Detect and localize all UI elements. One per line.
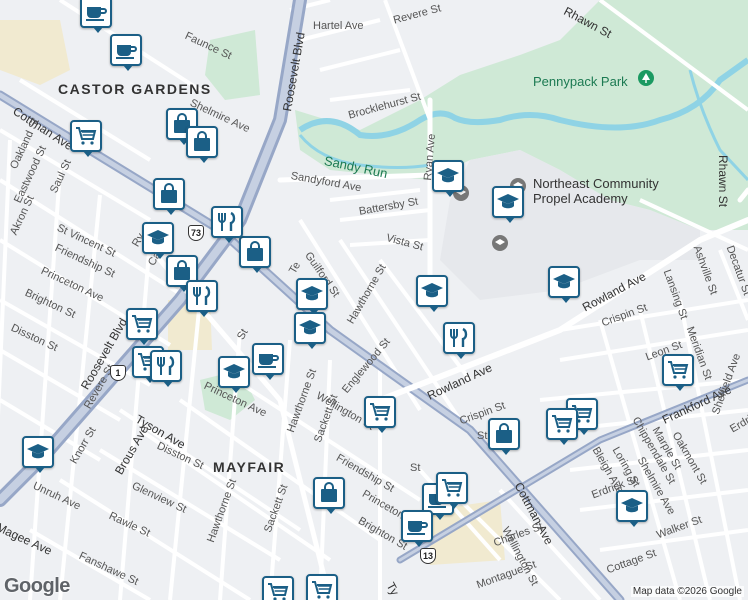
school-pin[interactable]: [22, 436, 54, 473]
restaurant-pin[interactable]: [150, 350, 182, 387]
coffee-cup-icon: [86, 7, 107, 21]
street-label: Hartel Ave: [313, 20, 364, 32]
school-pin[interactable]: [432, 160, 464, 197]
grocery-pin[interactable]: [126, 308, 158, 345]
restaurant-pin[interactable]: [443, 322, 475, 359]
restaurant-pin[interactable]: [211, 206, 243, 243]
map-canvas[interactable]: CASTOR GARDENS MAYFAIR Pennypack Park Sa…: [0, 0, 748, 600]
coffee-cup-icon: [258, 354, 279, 368]
shopping-pin[interactable]: [239, 236, 271, 273]
coffee-pin[interactable]: [252, 343, 284, 380]
shopping-pin[interactable]: [313, 477, 345, 514]
park-poi-icon[interactable]: [638, 70, 654, 86]
school-pin[interactable]: [142, 222, 174, 259]
street-label: St: [477, 430, 488, 442]
shopping-cart-icon: [312, 581, 333, 599]
graduation-cap-icon: [147, 230, 169, 245]
graduation-cap-icon: [621, 498, 643, 513]
coffee-pin[interactable]: [110, 34, 142, 71]
street-label: St: [410, 462, 421, 474]
graduation-cap-icon: [223, 364, 245, 379]
school-pin[interactable]: [616, 490, 648, 527]
graduation-cap-icon: [553, 274, 575, 289]
shopping-cart-icon: [76, 127, 97, 145]
graduation-cap-icon: [421, 283, 443, 298]
area-label-mayfair: MAYFAIR: [213, 459, 286, 475]
shopping-bag-icon: [496, 423, 512, 443]
fork-knife-icon: [218, 211, 236, 231]
grocery-pin[interactable]: [662, 354, 694, 391]
graduation-cap-icon: [437, 168, 459, 183]
graduation-cap-icon: [497, 194, 519, 209]
shopping-cart-icon: [442, 479, 463, 497]
school-label-northeast: Northeast Community Propel Academy: [533, 176, 659, 206]
shopping-cart-icon: [132, 315, 153, 333]
school-pin[interactable]: [294, 312, 326, 349]
coffee-pin[interactable]: [80, 0, 112, 33]
google-logo: Google: [4, 575, 70, 597]
shopping-bag-icon: [161, 183, 177, 203]
park-label-pennypack: Pennypack Park: [533, 74, 628, 89]
shopping-bag-icon: [321, 482, 337, 502]
shopping-cart-icon: [370, 403, 391, 421]
grocery-pin[interactable]: [436, 472, 468, 509]
grocery-pin[interactable]: [70, 120, 102, 157]
fork-knife-icon: [450, 327, 468, 347]
shopping-pin[interactable]: [488, 418, 520, 455]
grocery-pin[interactable]: [546, 408, 578, 445]
school-pin[interactable]: [218, 356, 250, 393]
school-pin[interactable]: [492, 186, 524, 223]
school-pin[interactable]: [416, 275, 448, 312]
route-shield-73: 73: [188, 225, 204, 241]
coffee-pin[interactable]: [401, 510, 433, 547]
grocery-pin[interactable]: [262, 576, 294, 600]
shopping-cart-icon: [268, 583, 289, 600]
shopping-pin[interactable]: [153, 178, 185, 215]
graduation-cap-icon: [301, 286, 323, 301]
school-pin[interactable]: [296, 278, 328, 315]
map-copyright: Map data ©2026 Google: [630, 586, 744, 597]
street-label: Rhawn St: [716, 155, 730, 208]
route-shield-1: 1: [110, 365, 126, 381]
coffee-cup-icon: [407, 521, 428, 535]
shopping-pin[interactable]: [186, 126, 218, 163]
coffee-cup-icon: [116, 45, 137, 59]
route-shield-13: 13: [420, 548, 436, 564]
shopping-bag-icon: [194, 131, 210, 151]
grocery-pin[interactable]: [306, 574, 338, 600]
grocery-pin[interactable]: [364, 396, 396, 433]
graduation-cap-icon: [299, 320, 321, 335]
fork-knife-icon: [193, 285, 211, 305]
school-poi-icon-3[interactable]: [492, 235, 508, 251]
fork-knife-icon: [157, 355, 175, 375]
school-pin[interactable]: [548, 266, 580, 303]
shopping-bag-icon: [247, 241, 263, 261]
area-label-castor-gardens: CASTOR GARDENS: [58, 81, 212, 97]
shopping-cart-icon: [668, 361, 689, 379]
restaurant-pin[interactable]: [186, 280, 218, 317]
shopping-cart-icon: [552, 415, 573, 433]
graduation-cap-icon: [27, 444, 49, 459]
